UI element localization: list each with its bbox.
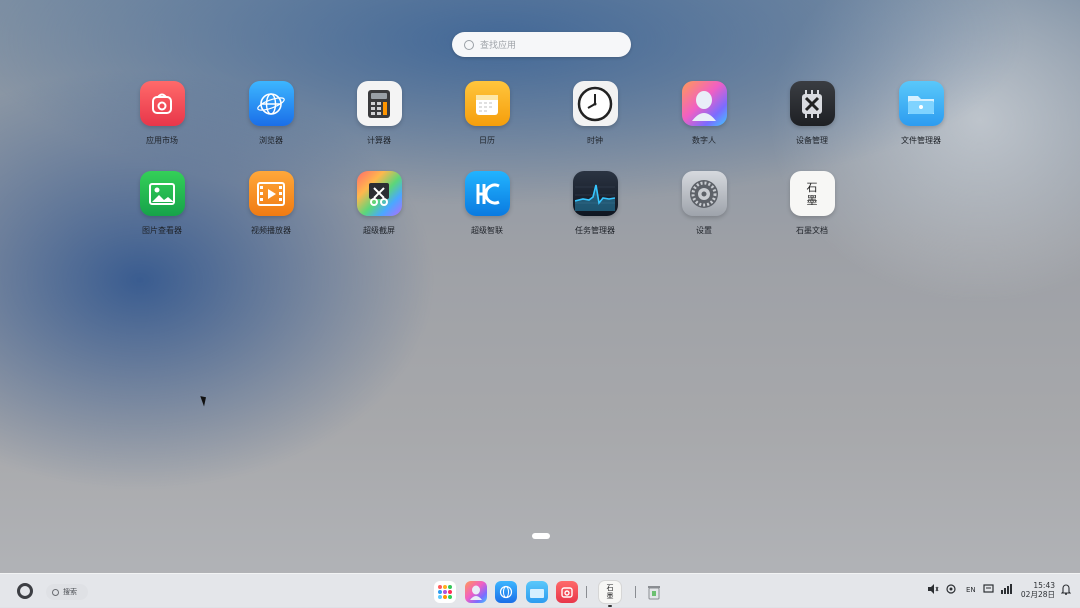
dock-shimo-glyph-2: 墨 bbox=[606, 592, 614, 600]
digital-human-icon[interactable] bbox=[465, 581, 487, 603]
app-label: 文件管理器 bbox=[901, 136, 941, 145]
app-store-icon[interactable] bbox=[556, 581, 578, 603]
search-icon bbox=[52, 588, 59, 596]
app-label: 时钟 bbox=[587, 136, 603, 145]
app-label: 浏览器 bbox=[259, 136, 283, 145]
calculator-icon bbox=[356, 81, 402, 126]
app-label: 视频播放器 bbox=[251, 226, 291, 235]
app-label: 图片查看器 bbox=[142, 226, 182, 235]
app-label: 超级截屏 bbox=[363, 226, 395, 235]
app-shimo-docs[interactable]: 石 墨 石墨文档 bbox=[772, 171, 852, 236]
network-icon[interactable] bbox=[1000, 584, 1012, 596]
clock-time: 15:43 bbox=[1033, 581, 1055, 590]
app-task-manager[interactable]: 任务管理器 bbox=[555, 171, 635, 236]
mouse-cursor bbox=[200, 394, 209, 407]
app-settings[interactable]: 设置 bbox=[664, 171, 744, 236]
app-label: 数字人 bbox=[692, 136, 716, 145]
search-placeholder: 查找应用 bbox=[480, 41, 517, 51]
taskbar-search-label: 搜索 bbox=[63, 588, 77, 596]
shimo-glyph-1: 石 bbox=[806, 180, 818, 194]
app-label: 日历 bbox=[479, 136, 495, 145]
browser-icon[interactable] bbox=[495, 581, 517, 603]
taskbar: 搜索 石 墨 EN 15:43 02月28日 bbox=[0, 573, 1080, 608]
app-label: 设备管理 bbox=[796, 136, 828, 145]
taskbar-search[interactable]: 搜索 bbox=[46, 584, 88, 600]
app-clock[interactable]: 时钟 bbox=[555, 81, 635, 146]
app-label: 超级智联 bbox=[471, 226, 503, 235]
app-file-manager[interactable]: 文件管理器 bbox=[881, 81, 961, 146]
app-label: 设置 bbox=[696, 226, 712, 235]
app-browser[interactable]: 浏览器 bbox=[231, 81, 311, 146]
file-manager-icon bbox=[898, 81, 944, 126]
settings-icon bbox=[681, 171, 727, 216]
app-digital-human[interactable]: 数字人 bbox=[664, 81, 744, 146]
app-video-player[interactable]: 视频播放器 bbox=[231, 171, 311, 236]
browser-icon bbox=[248, 81, 294, 126]
shimo-docs-icon[interactable]: 石 墨 bbox=[599, 581, 621, 603]
input-method-indicator[interactable]: EN bbox=[966, 586, 976, 594]
app-image-viewer[interactable]: 图片查看器 bbox=[122, 171, 202, 236]
clock-icon bbox=[572, 81, 618, 126]
volume-icon[interactable] bbox=[927, 584, 939, 596]
desktop-launcher: { "search": { "placeholder": "查找应用" }, "… bbox=[0, 0, 1080, 608]
calendar-icon bbox=[464, 81, 510, 126]
dock-separator bbox=[586, 586, 587, 598]
shimo-glyph-2: 墨 bbox=[806, 193, 818, 207]
app-search-bar[interactable]: 查找应用 bbox=[452, 32, 631, 57]
app-label: 任务管理器 bbox=[575, 226, 615, 235]
trash-icon[interactable] bbox=[643, 581, 665, 603]
app-super-connect[interactable]: 超级智联 bbox=[447, 171, 527, 236]
app-app-store[interactable]: 应用市场 bbox=[122, 81, 202, 146]
screenshot-icon bbox=[356, 171, 402, 216]
shimo-docs-icon: 石 墨 bbox=[789, 171, 835, 216]
display-icon[interactable] bbox=[983, 584, 994, 596]
assistant-icon[interactable] bbox=[946, 584, 956, 596]
digital-human-icon bbox=[681, 81, 727, 126]
super-connect-icon bbox=[464, 171, 510, 216]
page-indicator[interactable] bbox=[532, 533, 550, 539]
app-calculator[interactable]: 计算器 bbox=[339, 81, 419, 146]
system-clock[interactable]: 15:43 02月28日 bbox=[1020, 581, 1055, 599]
app-device-manager[interactable]: 设备管理 bbox=[772, 81, 852, 146]
start-menu-button[interactable] bbox=[17, 583, 33, 599]
app-label: 应用市场 bbox=[146, 136, 178, 145]
dock-separator bbox=[635, 586, 636, 598]
device-manager-icon bbox=[789, 81, 835, 126]
file-manager-icon[interactable] bbox=[526, 581, 548, 603]
video-player-icon bbox=[248, 171, 294, 216]
app-label: 计算器 bbox=[367, 136, 391, 145]
task-manager-icon bbox=[572, 171, 618, 216]
launcher-icon[interactable] bbox=[434, 581, 456, 603]
app-store-icon bbox=[139, 81, 185, 126]
image-viewer-icon bbox=[139, 171, 185, 216]
app-calendar[interactable]: 日历 bbox=[447, 81, 527, 146]
notification-bell-icon[interactable] bbox=[1060, 584, 1072, 597]
app-screenshot[interactable]: 超级截屏 bbox=[339, 171, 419, 236]
app-label: 石墨文档 bbox=[796, 226, 828, 235]
clock-date: 02月28日 bbox=[1020, 590, 1055, 599]
dock-shimo-glyph-1: 石 bbox=[606, 584, 614, 592]
search-icon bbox=[464, 39, 474, 50]
